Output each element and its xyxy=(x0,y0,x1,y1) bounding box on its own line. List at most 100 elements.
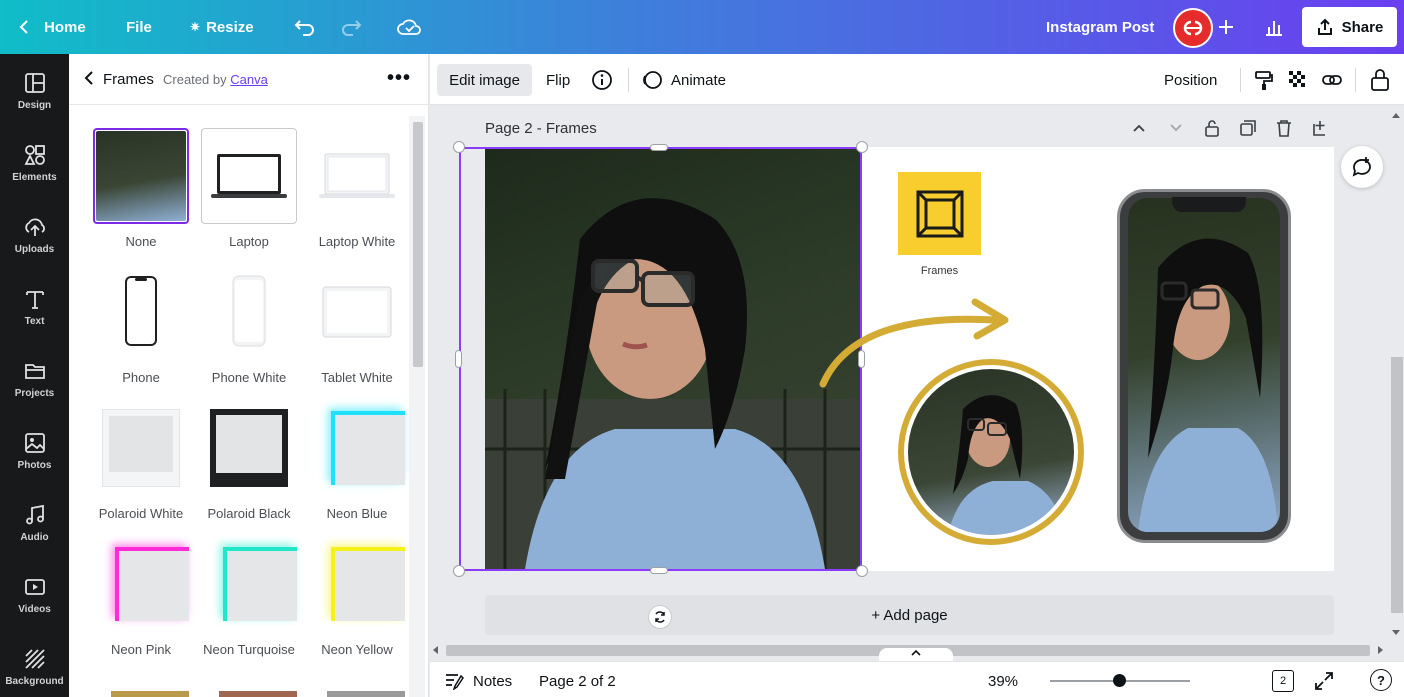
notes-button[interactable]: Notes xyxy=(473,673,512,690)
trash-icon[interactable] xyxy=(1274,118,1294,138)
panel-scrollbar-thumb[interactable] xyxy=(413,122,423,367)
add-page-icon[interactable] xyxy=(1310,118,1330,138)
plus-icon[interactable] xyxy=(1212,13,1240,41)
vertical-scrollbar[interactable] xyxy=(1391,357,1403,613)
edit-image-button[interactable]: Edit image xyxy=(437,64,532,96)
frame-item-neon-yellow[interactable]: Neon Yellow xyxy=(307,536,407,657)
paint-roller-icon[interactable] xyxy=(1253,69,1275,91)
resize-handle-top-right[interactable] xyxy=(856,141,868,153)
frame-item-polaroid-white[interactable]: Polaroid White xyxy=(91,400,191,521)
frame-label: Neon Pink xyxy=(111,642,171,657)
rail-item-videos[interactable]: Videos xyxy=(0,558,69,630)
frame-item-partial[interactable] xyxy=(219,691,297,697)
add-page-button[interactable]: + Add page xyxy=(485,595,1334,635)
selection-frame[interactable] xyxy=(459,147,862,571)
rail-label: Elements xyxy=(12,172,57,183)
rail-item-photos[interactable]: Photos xyxy=(0,414,69,486)
thumbnail xyxy=(93,400,189,496)
phone-icon xyxy=(125,276,157,346)
frames-graphic[interactable] xyxy=(898,172,981,255)
more-options-icon[interactable]: ••• xyxy=(387,67,411,90)
chevron-left-icon xyxy=(19,20,28,34)
rail-item-background[interactable]: Background xyxy=(0,630,69,697)
cloud-saved-icon[interactable] xyxy=(395,13,423,41)
zoom-slider-knob[interactable] xyxy=(1113,674,1126,687)
link-icon[interactable] xyxy=(1321,69,1343,91)
scroll-left-arrow-icon[interactable] xyxy=(432,646,440,654)
transparency-icon[interactable] xyxy=(1287,69,1309,91)
fullscreen-icon[interactable] xyxy=(1314,671,1334,691)
duplicate-icon[interactable] xyxy=(1238,118,1258,138)
insights-icon[interactable] xyxy=(1260,13,1288,41)
avatar[interactable] xyxy=(1173,8,1213,48)
panel-title: Frames xyxy=(103,71,154,88)
comment-plus-icon xyxy=(1352,157,1371,177)
frame-item-laptop-white[interactable]: Laptop White xyxy=(307,128,407,249)
rail-item-text[interactable]: Text xyxy=(0,270,69,342)
flip-button[interactable]: Flip xyxy=(546,72,570,89)
rail-item-audio[interactable]: Audio xyxy=(0,486,69,558)
frame-item-none[interactable]: None xyxy=(91,128,191,249)
panel-header: Frames Created by Canva ••• xyxy=(69,54,429,105)
resize-handle-bottom[interactable] xyxy=(650,567,668,574)
resize-handle-left[interactable] xyxy=(455,350,462,368)
frame-item-polaroid-black[interactable]: Polaroid Black xyxy=(199,400,299,521)
elements-icon xyxy=(24,145,45,165)
resize-handle-top-left[interactable] xyxy=(453,141,465,153)
folder-icon xyxy=(24,364,45,379)
unlock-icon[interactable] xyxy=(1202,118,1222,138)
rail-label: Text xyxy=(24,316,45,327)
chevron-down-icon[interactable] xyxy=(1166,118,1186,138)
frame-item-neon-blue[interactable]: Neon Blue xyxy=(307,400,407,521)
lock-icon[interactable] xyxy=(1369,68,1391,92)
resize-handle-bottom-left[interactable] xyxy=(453,565,465,577)
scroll-up-arrow-icon[interactable] xyxy=(1392,112,1400,120)
frame-item-neon-turquoise[interactable]: Neon Turquoise xyxy=(199,536,299,657)
resize-button[interactable]: ✷ Resize xyxy=(190,0,254,54)
thumbnail xyxy=(93,128,189,224)
frame-item-laptop[interactable]: Laptop xyxy=(199,128,299,249)
frame-item-neon-pink[interactable]: Neon Pink xyxy=(91,536,191,657)
rail-label: Background xyxy=(5,676,64,687)
zoom-level[interactable]: 39% xyxy=(988,673,1018,690)
home-button[interactable]: Home xyxy=(18,0,86,54)
rail-item-design[interactable]: Design xyxy=(0,54,69,126)
position-button[interactable]: Position xyxy=(1164,72,1217,89)
frame-item-phone-white[interactable]: Phone White xyxy=(199,264,299,385)
redo-icon[interactable] xyxy=(337,13,365,41)
phone-framed-photo xyxy=(1128,198,1280,532)
creator-link[interactable]: Canva xyxy=(230,72,268,87)
scroll-right-arrow-icon[interactable] xyxy=(1376,646,1384,654)
rail-item-elements[interactable]: Elements xyxy=(0,126,69,198)
help-button[interactable]: ? xyxy=(1370,669,1392,691)
chevron-up-icon[interactable] xyxy=(1129,118,1149,138)
rail-item-projects[interactable]: Projects xyxy=(0,342,69,414)
page-title[interactable]: Page 2 - Frames xyxy=(485,120,597,137)
rail-label: Uploads xyxy=(14,244,55,255)
home-label: Home xyxy=(44,18,86,36)
add-comment-button[interactable] xyxy=(1341,146,1383,188)
document-title[interactable]: Instagram Post xyxy=(1046,0,1154,54)
resize-handle-bottom-right[interactable] xyxy=(856,565,868,577)
undo-icon[interactable] xyxy=(291,13,319,41)
videos-icon xyxy=(24,579,45,595)
laptop-icon xyxy=(211,154,287,198)
refresh-icon[interactable] xyxy=(648,605,672,629)
chevron-up-icon xyxy=(911,649,921,656)
animate-button[interactable]: Animate xyxy=(671,72,726,89)
frame-item-partial[interactable] xyxy=(327,691,405,697)
rail-item-uploads[interactable]: Uploads xyxy=(0,198,69,270)
share-button[interactable]: Share xyxy=(1302,7,1397,47)
frame-item-phone[interactable]: Phone xyxy=(91,264,191,385)
scroll-down-arrow-icon[interactable] xyxy=(1392,628,1400,636)
thumbnail xyxy=(201,128,297,224)
laptop-white-icon xyxy=(319,153,395,198)
file-menu[interactable]: File xyxy=(126,0,152,54)
frame-item-tablet-white[interactable]: Tablet White xyxy=(307,264,407,385)
frame-item-partial[interactable] xyxy=(111,691,189,697)
background-icon xyxy=(24,649,45,669)
resize-handle-top[interactable] xyxy=(650,144,668,151)
chevron-left-icon[interactable] xyxy=(84,70,94,86)
pages-grid-button[interactable]: 2 xyxy=(1272,670,1294,692)
info-icon[interactable] xyxy=(591,69,613,91)
